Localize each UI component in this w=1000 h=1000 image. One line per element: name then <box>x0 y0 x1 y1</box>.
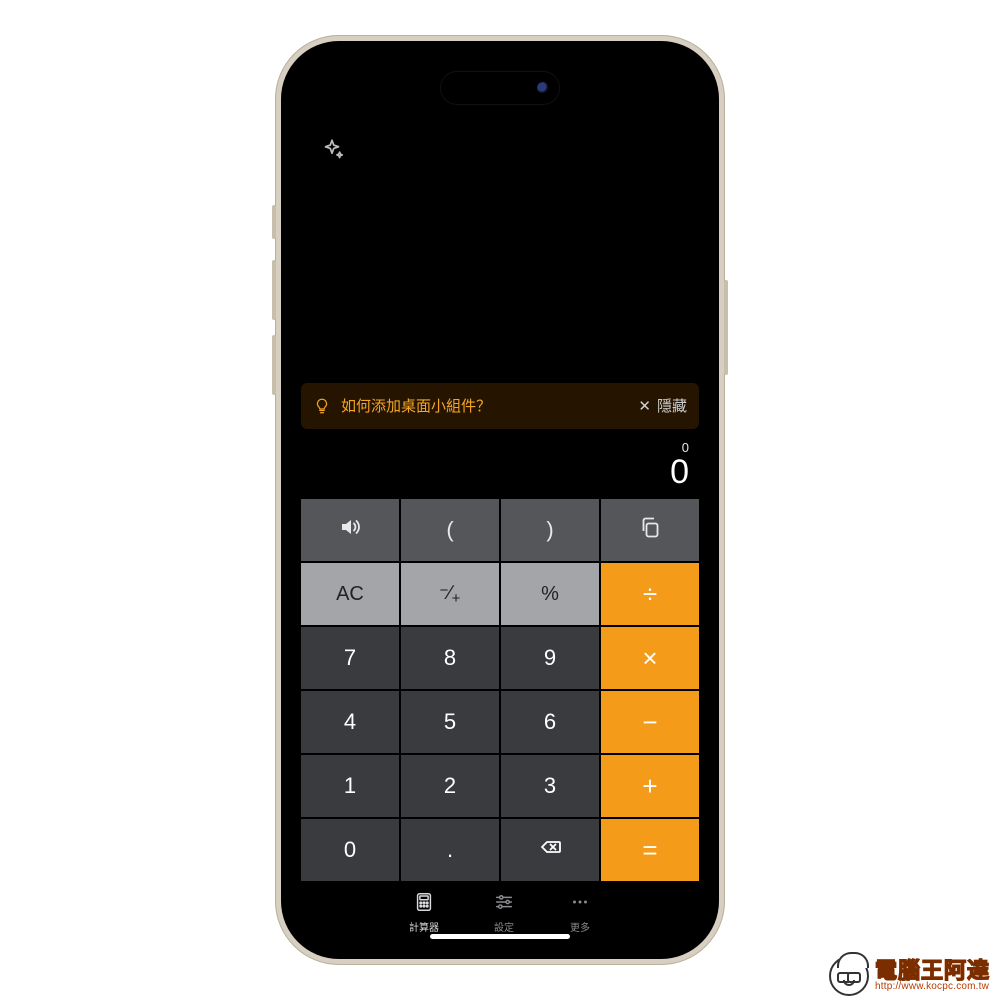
phone-power-button <box>724 280 728 375</box>
home-indicator[interactable] <box>430 934 570 939</box>
tab-more-label: 更多 <box>570 919 590 934</box>
phone-frame: 如何添加桌面小組件？ ✕ 隱藏 0 0 <box>275 35 725 965</box>
keypad: ( ) AC −∕+ % ÷ <box>301 499 699 881</box>
copy-icon <box>638 515 662 545</box>
negate-label: −∕+ <box>440 582 461 607</box>
calculator-icon <box>413 891 435 919</box>
percent-button[interactable]: % <box>501 563 599 625</box>
key-3[interactable]: 3 <box>501 755 599 817</box>
watermark: 電腦王阿達 http://www.kocpc.com.tw <box>829 956 990 996</box>
tip-close-button[interactable]: ✕ 隱藏 <box>638 395 687 416</box>
plus-button[interactable]: + <box>601 755 699 817</box>
more-icon <box>569 891 591 919</box>
backspace-icon <box>538 835 562 865</box>
key-4[interactable]: 4 <box>301 691 399 753</box>
watermark-title: 電腦王阿達 <box>875 959 990 982</box>
tab-calculator[interactable]: 計算器 <box>409 891 439 934</box>
key-1[interactable]: 1 <box>301 755 399 817</box>
key-7[interactable]: 7 <box>301 627 399 689</box>
phone-bezel: 如何添加桌面小組件？ ✕ 隱藏 0 0 <box>281 41 719 959</box>
sparkle-icon[interactable] <box>319 137 345 163</box>
delete-button[interactable] <box>501 819 599 881</box>
key-8[interactable]: 8 <box>401 627 499 689</box>
minus-button[interactable]: − <box>601 691 699 753</box>
sound-button[interactable] <box>301 499 399 561</box>
phone-volume-up <box>272 260 276 320</box>
key-5[interactable]: 5 <box>401 691 499 753</box>
watermark-url: http://www.kocpc.com.tw <box>875 982 990 993</box>
left-paren-button[interactable]: ( <box>401 499 499 561</box>
negate-button[interactable]: −∕+ <box>401 563 499 625</box>
key-0[interactable]: 0 <box>301 819 399 881</box>
dynamic-island <box>440 71 560 105</box>
tab-settings-label: 設定 <box>494 919 514 934</box>
lightbulb-icon <box>313 397 331 415</box>
key-6[interactable]: 6 <box>501 691 599 753</box>
copy-button[interactable] <box>601 499 699 561</box>
sliders-icon <box>493 891 515 919</box>
tip-text: 如何添加桌面小組件？ <box>341 395 638 416</box>
key-9[interactable]: 9 <box>501 627 599 689</box>
right-paren-button[interactable]: ) <box>501 499 599 561</box>
phone-mute-switch <box>272 205 276 239</box>
display-secondary: 0 <box>293 441 689 454</box>
tip-banner[interactable]: 如何添加桌面小組件？ ✕ 隱藏 <box>301 383 699 429</box>
watermark-mascot-icon <box>829 956 869 996</box>
multiply-button[interactable]: × <box>601 627 699 689</box>
tab-calculator-label: 計算器 <box>409 919 439 934</box>
ac-button[interactable]: AC <box>301 563 399 625</box>
tip-close-label: 隱藏 <box>657 395 687 416</box>
key-dot[interactable]: . <box>401 819 499 881</box>
equals-button[interactable]: = <box>601 819 699 881</box>
calc-display: 0 0 <box>293 437 707 499</box>
divide-button[interactable]: ÷ <box>601 563 699 625</box>
display-primary: 0 <box>293 454 689 491</box>
speaker-icon <box>338 515 362 545</box>
phone-volume-down <box>272 335 276 395</box>
screen: 如何添加桌面小組件？ ✕ 隱藏 0 0 <box>293 53 707 947</box>
close-icon: ✕ <box>638 397 651 415</box>
key-2[interactable]: 2 <box>401 755 499 817</box>
tab-settings[interactable]: 設定 <box>493 891 515 934</box>
tab-more[interactable]: 更多 <box>569 891 591 934</box>
